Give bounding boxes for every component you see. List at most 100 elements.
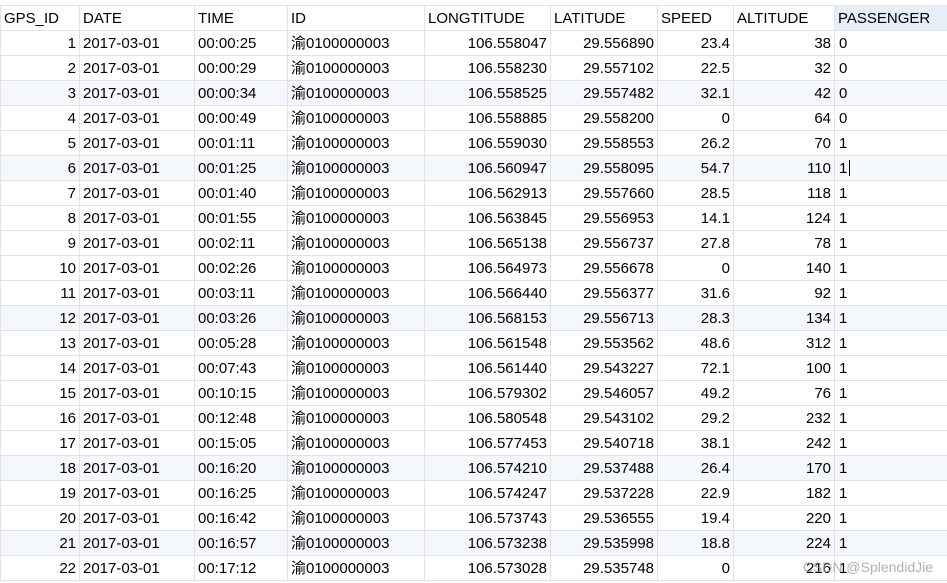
id-cell[interactable]: 渝0100000003 <box>287 30 425 56</box>
time-cell[interactable]: 00:16:25 <box>194 480 288 506</box>
speed-cell[interactable]: 32.1 <box>657 80 734 106</box>
gps-id-cell[interactable]: 16 <box>0 405 80 431</box>
longtitude-cell[interactable]: 106.564973 <box>424 255 551 281</box>
altitude-cell[interactable]: 312 <box>733 330 835 356</box>
longtitude-cell[interactable]: 106.558885 <box>424 105 551 131</box>
table-row[interactable]: 14 2017-03-01 00:07:43 渝0100000003 106.56144… <box>0 355 947 381</box>
passenger-cell[interactable]: 1 <box>834 130 947 156</box>
time-cell[interactable]: 00:00:34 <box>194 80 288 106</box>
id-cell[interactable]: 渝0100000003 <box>287 105 425 131</box>
column-header-speed[interactable]: SPEED <box>657 5 734 31</box>
latitude-cell[interactable]: 29.557102 <box>550 55 658 81</box>
gps-id-cell[interactable]: 18 <box>0 455 80 481</box>
gps-id-cell[interactable]: 13 <box>0 330 80 356</box>
latitude-cell[interactable]: 29.558095 <box>550 155 658 181</box>
latitude-cell[interactable]: 29.556713 <box>550 305 658 331</box>
latitude-cell[interactable]: 29.535748 <box>550 555 658 581</box>
latitude-cell[interactable]: 29.558553 <box>550 130 658 156</box>
time-cell[interactable]: 00:01:11 <box>194 130 288 156</box>
longtitude-cell[interactable]: 106.562913 <box>424 180 551 206</box>
longtitude-cell[interactable]: 106.559030 <box>424 130 551 156</box>
table-row[interactable]: 8 2017-03-01 00:01:55 渝0100000003 106.563845… <box>0 205 947 231</box>
column-header-gps-id[interactable]: GPS_ID <box>0 5 80 31</box>
speed-cell[interactable]: 22.9 <box>657 480 734 506</box>
longtitude-cell[interactable]: 106.577453 <box>424 430 551 456</box>
latitude-cell[interactable]: 29.536555 <box>550 505 658 531</box>
table-row[interactable]: 19 2017-03-01 00:16:25 渝0100000003 106.57424… <box>0 480 947 506</box>
speed-cell[interactable]: 31.6 <box>657 280 734 306</box>
gps-id-cell[interactable]: 6 <box>0 155 80 181</box>
date-cell[interactable]: 2017-03-01 <box>79 155 195 181</box>
altitude-cell[interactable]: 70 <box>733 130 835 156</box>
id-cell[interactable]: 渝0100000003 <box>287 380 425 406</box>
gps-id-cell[interactable]: 22 <box>0 555 80 581</box>
table-row[interactable]: 7 2017-03-01 00:01:40 渝0100000003 106.562913… <box>0 180 947 206</box>
speed-cell[interactable]: 72.1 <box>657 355 734 381</box>
time-cell[interactable]: 00:02:11 <box>194 230 288 256</box>
altitude-cell[interactable]: 110 <box>733 155 835 181</box>
column-header-id[interactable]: ID <box>287 5 425 31</box>
speed-cell[interactable]: 26.4 <box>657 455 734 481</box>
longtitude-cell[interactable]: 106.579302 <box>424 380 551 406</box>
altitude-cell[interactable]: 38 <box>733 30 835 56</box>
column-header-altitude[interactable]: ALTITUDE <box>733 5 835 31</box>
speed-cell[interactable]: 28.3 <box>657 305 734 331</box>
id-cell[interactable]: 渝0100000003 <box>287 455 425 481</box>
longtitude-cell[interactable]: 106.558047 <box>424 30 551 56</box>
id-cell[interactable]: 渝0100000003 <box>287 80 425 106</box>
date-cell[interactable]: 2017-03-01 <box>79 455 195 481</box>
time-cell[interactable]: 00:17:12 <box>194 555 288 581</box>
column-header-passenger[interactable]: PASSENGER <box>834 5 947 31</box>
table-row[interactable]: 9 2017-03-01 00:02:11 渝0100000003 106.565138… <box>0 230 947 256</box>
table-row[interactable]: 5 2017-03-01 00:01:11 渝0100000003 106.559030… <box>0 130 947 156</box>
longtitude-cell[interactable]: 106.568153 <box>424 305 551 331</box>
id-cell[interactable]: 渝0100000003 <box>287 305 425 331</box>
date-cell[interactable]: 2017-03-01 <box>79 555 195 581</box>
date-cell[interactable]: 2017-03-01 <box>79 380 195 406</box>
latitude-cell[interactable]: 29.556678 <box>550 255 658 281</box>
data-grid[interactable]: GPS_ID DATE TIME ID LONGTITUDE LATITUDE … <box>0 5 947 581</box>
table-row[interactable]: 13 2017-03-01 00:05:28 渝0100000003 106.56154… <box>0 330 947 356</box>
id-cell[interactable]: 渝0100000003 <box>287 205 425 231</box>
date-cell[interactable]: 2017-03-01 <box>79 405 195 431</box>
gps-id-cell[interactable]: 9 <box>0 230 80 256</box>
id-cell[interactable]: 渝0100000003 <box>287 230 425 256</box>
altitude-cell[interactable]: 124 <box>733 205 835 231</box>
date-cell[interactable]: 2017-03-01 <box>79 355 195 381</box>
altitude-cell[interactable]: 118 <box>733 180 835 206</box>
passenger-cell[interactable]: 0 <box>834 105 947 131</box>
gps-id-cell[interactable]: 7 <box>0 180 80 206</box>
altitude-cell[interactable]: 32 <box>733 55 835 81</box>
table-row[interactable]: 11 2017-03-01 00:03:11 渝0100000003 106.56644… <box>0 280 947 306</box>
passenger-cell[interactable]: 1 <box>834 355 947 381</box>
time-cell[interactable]: 00:00:25 <box>194 30 288 56</box>
date-cell[interactable]: 2017-03-01 <box>79 105 195 131</box>
speed-cell[interactable]: 0 <box>657 105 734 131</box>
latitude-cell[interactable]: 29.537488 <box>550 455 658 481</box>
passenger-cell[interactable]: 1 <box>834 230 947 256</box>
latitude-cell[interactable]: 29.557482 <box>550 80 658 106</box>
table-row[interactable]: 2 2017-03-01 00:00:29 渝0100000003 106.558230… <box>0 55 947 81</box>
id-cell[interactable]: 渝0100000003 <box>287 430 425 456</box>
longtitude-cell[interactable]: 106.574247 <box>424 480 551 506</box>
longtitude-cell[interactable]: 106.573238 <box>424 530 551 556</box>
latitude-cell[interactable]: 29.535998 <box>550 530 658 556</box>
time-cell[interactable]: 00:16:42 <box>194 505 288 531</box>
altitude-cell[interactable]: 220 <box>733 505 835 531</box>
altitude-cell[interactable]: 242 <box>733 430 835 456</box>
gps-id-cell[interactable]: 17 <box>0 430 80 456</box>
passenger-cell[interactable]: 1 <box>834 455 947 481</box>
latitude-cell[interactable]: 29.553562 <box>550 330 658 356</box>
gps-id-cell[interactable]: 12 <box>0 305 80 331</box>
longtitude-cell[interactable]: 106.580548 <box>424 405 551 431</box>
column-header-time[interactable]: TIME <box>194 5 288 31</box>
date-cell[interactable]: 2017-03-01 <box>79 530 195 556</box>
column-header-date[interactable]: DATE <box>79 5 195 31</box>
passenger-cell[interactable]: 1 <box>834 280 947 306</box>
longtitude-cell[interactable]: 106.573743 <box>424 505 551 531</box>
gps-id-cell[interactable]: 21 <box>0 530 80 556</box>
passenger-cell[interactable]: 1 <box>834 330 947 356</box>
id-cell[interactable]: 渝0100000003 <box>287 180 425 206</box>
longtitude-cell[interactable]: 106.561440 <box>424 355 551 381</box>
speed-cell[interactable]: 0 <box>657 555 734 581</box>
